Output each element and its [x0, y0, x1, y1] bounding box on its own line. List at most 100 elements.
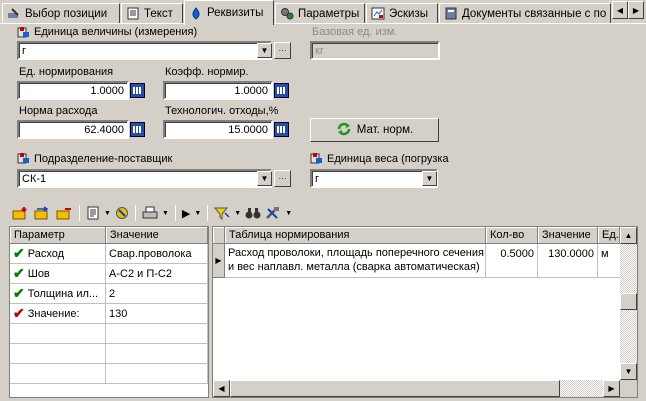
table-row	[10, 364, 208, 384]
tab-parameters[interactable]: Параметры	[275, 3, 365, 23]
add-row-icon[interactable]	[10, 204, 30, 222]
scroll-corner	[620, 380, 637, 397]
drop-icon	[189, 6, 203, 20]
calculator-icon[interactable]	[130, 83, 145, 98]
table-row	[10, 324, 208, 344]
arrow-down-icon: ▼	[624, 367, 633, 376]
scroll-up-button[interactable]: ▲	[620, 227, 637, 244]
supplier-icon	[17, 152, 31, 168]
calculator-icon[interactable]	[274, 122, 289, 137]
document-menu-icon[interactable]	[85, 204, 101, 222]
tab-text[interactable]: Текст	[121, 3, 183, 23]
arrow-left-icon: ◀	[616, 5, 624, 15]
norm-grid: Таблица нормирования Кол-во Значение Ед.…	[212, 226, 638, 398]
chevron-down-icon[interactable]: ▼	[161, 204, 170, 222]
move-row-icon[interactable]	[32, 204, 52, 222]
funnel-icon[interactable]	[213, 204, 231, 222]
scroll-right-button[interactable]: ▶	[603, 380, 620, 397]
calculator-icon[interactable]	[130, 122, 145, 137]
sketch-icon	[371, 7, 385, 20]
table-row[interactable]: ▶ Расход проволоки, площадь поперечного …	[213, 244, 637, 278]
calculator-icon[interactable]	[274, 83, 289, 98]
unit-icon	[17, 26, 31, 42]
base-unit-field: кг	[310, 41, 440, 60]
norm-table-column-header[interactable]: Таблица нормирования	[225, 227, 486, 244]
binoculars-icon[interactable]	[244, 204, 262, 222]
param-column-header[interactable]: Параметр	[10, 227, 106, 244]
coef-field[interactable]: 1.0000	[163, 81, 273, 100]
arrow-right-icon: ▶	[608, 384, 615, 393]
toolbar-separator	[79, 205, 80, 221]
mat-norm-button[interactable]: Мат. норм.	[310, 118, 439, 142]
parameters-grid: Параметр Значение ✔ Расход Свар.проволока…	[9, 226, 209, 398]
weight-unit-icon	[310, 152, 324, 168]
weight-unit-dropdown-button[interactable]: ▼	[422, 171, 437, 186]
consumption-field[interactable]: 62.4000	[17, 120, 129, 139]
tab-requisites[interactable]: Реквизиты	[184, 0, 274, 25]
horizontal-scrollbar[interactable]: ◀ ▶	[213, 380, 620, 397]
play-icon[interactable]: ▶	[181, 204, 191, 222]
unit-dropdown-button[interactable]: ▼	[257, 43, 272, 58]
print-icon[interactable]	[141, 204, 159, 222]
norm-unit-field[interactable]: 1.0000	[17, 81, 129, 100]
arrow-left-icon: ◀	[218, 384, 225, 393]
chevron-down-icon[interactable]: ▼	[193, 204, 202, 222]
arrow-up-icon: ▲	[624, 231, 633, 240]
tab-position-select[interactable]: Выбор позиции	[2, 3, 120, 23]
table-row	[10, 344, 208, 364]
table-row[interactable]: ✔ Значение: 130	[10, 304, 208, 324]
tab-sketches[interactable]: Эскизы	[366, 3, 438, 23]
check-icon: ✔	[13, 285, 25, 301]
weight-unit-select[interactable]: г	[310, 169, 438, 188]
check-icon: ✔	[13, 265, 25, 281]
arrow-right-icon: ▶	[632, 5, 640, 15]
tab-scroll-right-button[interactable]: ▶	[628, 1, 644, 19]
supplier-select[interactable]: СК-1	[17, 169, 272, 188]
waste-field[interactable]: 15.0000	[163, 120, 273, 139]
chevron-down-icon: ▼	[425, 174, 434, 183]
waste-label: Технологич. отходы,%	[165, 105, 279, 117]
vertical-scrollbar[interactable]: ▲ ▼	[620, 227, 637, 380]
document-icon	[126, 7, 140, 20]
chevron-down-icon[interactable]: ▼	[103, 204, 112, 222]
table-row[interactable]: ✔ Толщина ил... 2	[10, 284, 208, 304]
supplier-dropdown-button[interactable]: ▼	[257, 171, 272, 186]
toolbar-separator	[134, 205, 136, 221]
chevron-down-icon: ▼	[260, 174, 269, 183]
norm-unit-label: Ед. нормирования	[19, 66, 114, 78]
scroll-left-button[interactable]: ◀	[213, 380, 230, 397]
unit-column-header[interactable]: Ед.	[598, 227, 620, 244]
value-column-header[interactable]: Значение	[106, 227, 208, 244]
qty-column-header[interactable]: Кол-во	[486, 227, 538, 244]
h-scroll-thumb[interactable]	[230, 380, 560, 397]
norm-value-column-header[interactable]: Значение	[538, 227, 598, 244]
book-icon	[444, 7, 458, 20]
check-red-icon: ✔	[13, 305, 25, 321]
scroll-thumb[interactable]	[620, 293, 637, 310]
param-rows: ✔ Расход Свар.проволока ✔ Шов А-С2 и П-С2 …	[10, 244, 208, 384]
tools-icon[interactable]	[264, 204, 282, 222]
chevron-down-icon: ▼	[260, 46, 269, 55]
toolbar-separator	[174, 205, 176, 221]
chevron-down-icon[interactable]: ▼	[284, 204, 293, 222]
toolbar: ▼ ▼ ▶ ▼ ▼ ▼	[10, 203, 293, 223]
table-row[interactable]: ✔ Расход Свар.проволока	[10, 244, 208, 264]
unit-ellipsis-button[interactable]: ···	[274, 42, 291, 59]
delete-row-icon[interactable]	[54, 204, 74, 222]
table-row[interactable]: ✔ Шов А-С2 и П-С2	[10, 264, 208, 284]
chevron-down-icon[interactable]: ▼	[233, 204, 242, 222]
supplier-label: Подразделение-поставщик	[34, 153, 173, 165]
scroll-down-button[interactable]: ▼	[620, 363, 637, 380]
weight-unit-label: Единица веса (погрузка	[327, 153, 449, 165]
tab-related-documents[interactable]: Документы связанные с по	[439, 3, 611, 23]
consumption-label: Норма расхода	[19, 105, 98, 117]
toolbar-separator	[207, 205, 209, 221]
row-pointer-icon: ▶	[213, 244, 225, 278]
unit-select[interactable]: г	[17, 41, 272, 60]
filter-icon[interactable]	[114, 204, 130, 222]
unit-label: Единица величины (измерения)	[34, 26, 198, 38]
refresh-icon	[336, 121, 352, 140]
supplier-ellipsis-button[interactable]: ···	[274, 170, 291, 187]
coef-label: Коэфф. нормир.	[165, 66, 249, 78]
tab-scroll-left-button[interactable]: ◀	[612, 1, 628, 19]
